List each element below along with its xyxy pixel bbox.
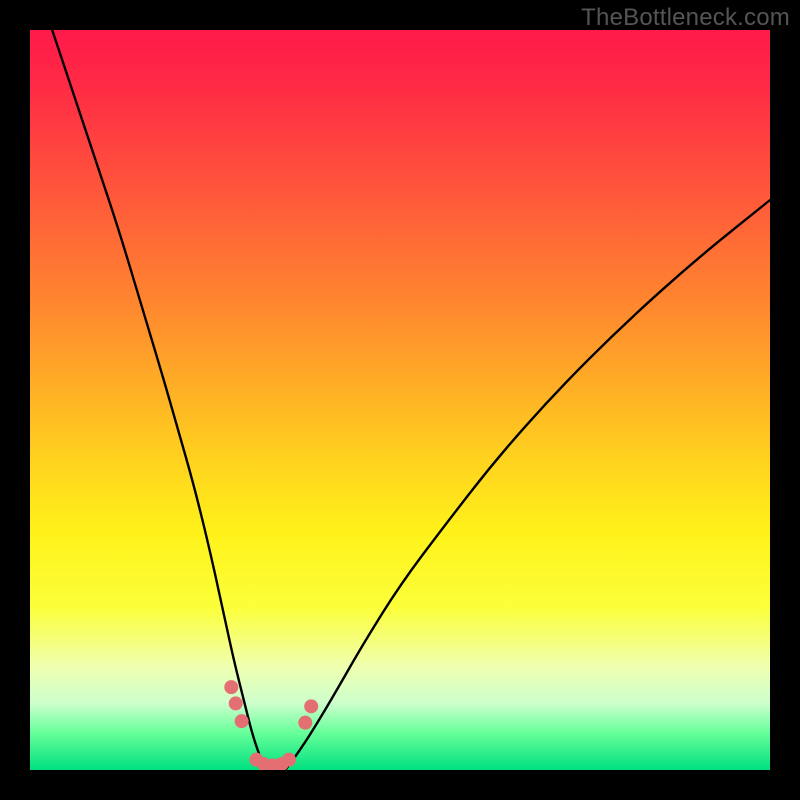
bottleneck-curve [30, 30, 770, 770]
trough-dot [298, 716, 312, 730]
trough-dot [229, 696, 243, 710]
chart-frame: TheBottleneck.com [0, 0, 800, 800]
trough-dot [235, 714, 249, 728]
attribution-text: TheBottleneck.com [581, 4, 790, 32]
plot-area [30, 30, 770, 770]
curve-path [52, 30, 770, 770]
trough-dot [282, 753, 296, 767]
trough-dot [304, 699, 318, 713]
trough-dot [224, 680, 238, 694]
